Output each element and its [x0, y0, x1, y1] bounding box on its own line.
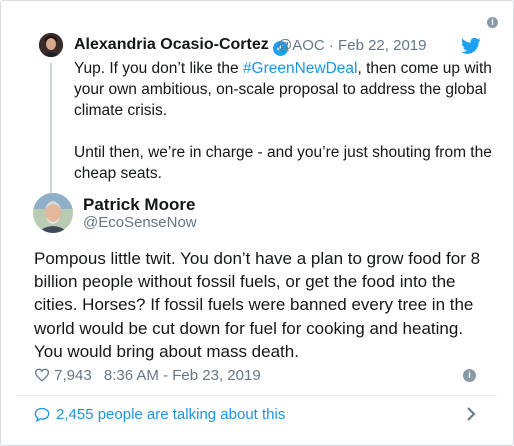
quoted-tweet-paragraph-2: Until then, we’re in charge - and you’re…: [74, 144, 492, 182]
thread-line: [50, 63, 52, 195]
quoted-author-name-text: Alexandria Ocasio-Cortez: [74, 36, 269, 53]
avatar-aoc[interactable]: [39, 33, 63, 57]
tweet-embed-card: i Alexandria Ocasio-Cortez ✓ @AOC · Feb 2…: [0, 0, 514, 446]
heart-icon: [34, 368, 50, 382]
divider: [17, 395, 497, 396]
quoted-author-name[interactable]: Alexandria Ocasio-Cortez ✓: [74, 36, 288, 56]
quoted-text-start: Yup. If you don’t like the: [74, 60, 243, 77]
quoted-tweet-paragraph-1: Yup. If you don’t like the #GreenNewDeal…: [74, 58, 494, 121]
chevron-right-icon[interactable]: [466, 406, 476, 422]
author-name[interactable]: Patrick Moore: [83, 195, 195, 215]
avatar-patrick-moore[interactable]: [33, 193, 73, 233]
like-button[interactable]: 7,943: [34, 367, 96, 384]
quoted-tweet-text: Yup. If you don’t like the #GreenNewDeal…: [74, 58, 494, 184]
twitter-bird-icon[interactable]: [461, 37, 481, 55]
speech-bubble-icon: [34, 407, 50, 422]
conversation-text: 2,455 people are talking about this: [56, 406, 286, 423]
author-handle[interactable]: @EcoSenseNow: [83, 214, 197, 231]
info-icon[interactable]: i: [463, 369, 476, 382]
hashtag-link[interactable]: #GreenNewDeal: [243, 60, 358, 77]
tweet-meta-row: 7,943 8:36 AM - Feb 23, 2019: [34, 367, 261, 387]
like-count: 7,943: [54, 367, 92, 384]
conversation-link[interactable]: 2,455 people are talking about this: [34, 406, 285, 423]
info-icon[interactable]: i: [487, 17, 498, 28]
tweet-timestamp[interactable]: 8:36 AM - Feb 23, 2019: [104, 367, 261, 384]
quoted-tweet-meta[interactable]: @AOC · Feb 22, 2019: [277, 37, 426, 54]
tweet-text: Pompous little twit. You don’t have a pl…: [34, 249, 481, 361]
